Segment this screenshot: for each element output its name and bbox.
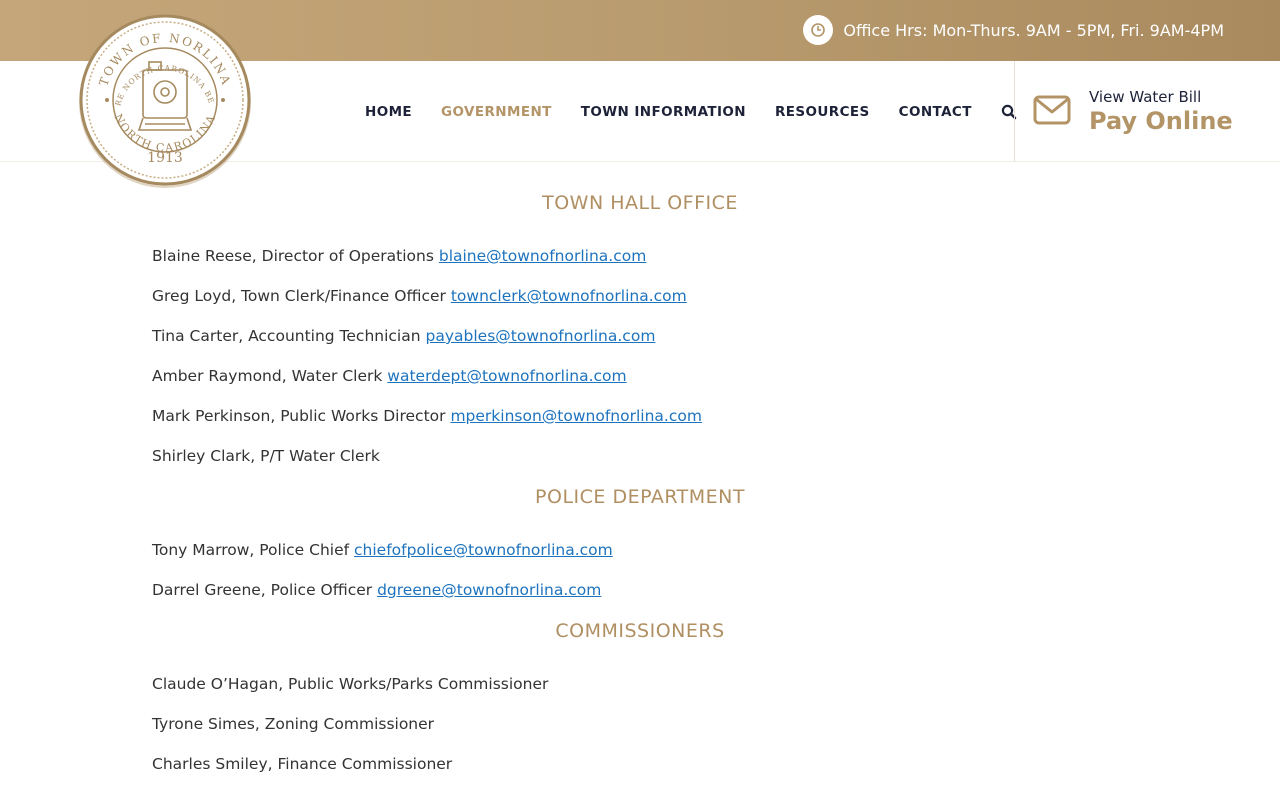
nav-home[interactable]: HOME <box>365 104 412 120</box>
list-item: Claude O’Hagan, Public Works/Parks Commi… <box>152 675 549 693</box>
nav-contact[interactable]: CONTACT <box>899 104 972 120</box>
view-water-bill-text: View Water Bill <box>1089 88 1202 106</box>
email-link[interactable]: blaine@townofnorlina.com <box>439 247 646 265</box>
main-nav: HOME GOVERNMENT TOWN INFORMATION RESOURC… <box>365 102 1017 122</box>
pay-water-bill-link[interactable]: View Water Bill Pay Online <box>1014 61 1280 162</box>
email-link[interactable]: mperkinson@townofnorlina.com <box>450 407 701 425</box>
email-link[interactable]: dgreene@townofnorlina.com <box>377 581 601 599</box>
list-item: Blaine Reese, Director of Operations bla… <box>152 247 647 265</box>
svg-text:1913: 1913 <box>147 150 183 166</box>
list-item: Tyrone Simes, Zoning Commissioner <box>152 715 435 733</box>
section-heading-police: POLICE DEPARTMENT <box>535 486 745 508</box>
clock-icon <box>803 15 834 45</box>
nav-resources[interactable]: RESOURCES <box>775 104 870 120</box>
section-heading-town-hall: TOWN HALL OFFICE <box>542 192 738 214</box>
list-item: Charles Smiley, Finance Commissioner <box>152 755 453 773</box>
email-link[interactable]: waterdept@townofnorlina.com <box>387 367 626 385</box>
list-item: Tony Marrow, Police Chief chiefofpolice@… <box>152 541 613 559</box>
nav-government[interactable]: GOVERNMENT <box>441 104 552 120</box>
office-hours: Office Hrs: Mon-Thurs. 9AM - 5PM, Fri. 9… <box>803 15 1224 45</box>
email-link[interactable]: townclerk@townofnorlina.com <box>451 287 687 305</box>
list-item: Greg Loyd, Town Clerk/Finance Officer to… <box>152 287 687 305</box>
email-link[interactable]: chiefofpolice@townofnorlina.com <box>354 541 613 559</box>
list-item: Darrel Greene, Police Officer dgreene@to… <box>152 581 602 599</box>
list-item: Mark Perkinson, Public Works Director mp… <box>152 407 702 425</box>
town-seal-logo[interactable]: TOWN OF NORLINA WHERE NORTH CAROLINA BEG… <box>71 5 255 192</box>
pay-online-text: Pay Online <box>1089 107 1233 135</box>
office-hours-text: Office Hrs: Mon-Thurs. 9AM - 5PM, Fri. 9… <box>843 20 1224 40</box>
list-item: Amber Raymond, Water Clerk waterdept@tow… <box>152 367 627 385</box>
nav-town-information[interactable]: TOWN INFORMATION <box>581 104 746 120</box>
list-item: Tina Carter, Accounting Technician payab… <box>152 327 656 345</box>
section-heading-commissioners: COMMISSIONERS <box>555 620 725 642</box>
list-item: Shirley Clark, P/T Water Clerk <box>152 447 380 465</box>
email-link[interactable]: payables@townofnorlina.com <box>426 327 656 345</box>
envelope-icon <box>1033 95 1071 129</box>
